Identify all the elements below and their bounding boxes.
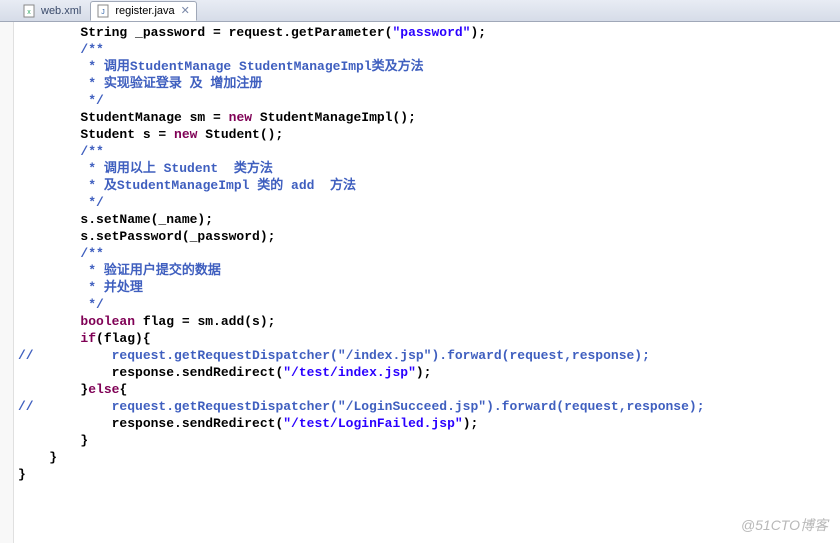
- editor-area: String _password = request.getParameter(…: [0, 22, 840, 543]
- code-text: }: [18, 382, 88, 397]
- code-text: {: [119, 382, 127, 397]
- code-comment: * 并处理: [18, 279, 840, 296]
- code-text: }: [18, 432, 840, 449]
- code-text: String _password = request.getParameter(: [18, 25, 392, 40]
- code-string: "password": [392, 25, 470, 40]
- svg-text:J: J: [102, 9, 106, 16]
- code-comment: */: [18, 194, 840, 211]
- code-area[interactable]: String _password = request.getParameter(…: [14, 22, 840, 543]
- code-text: StudentManage sm =: [18, 110, 229, 125]
- code-text: s.setPassword(_password);: [18, 228, 840, 245]
- tab-label: register.java: [115, 5, 174, 17]
- code-comment: /**: [18, 143, 840, 160]
- code-keyword: new: [229, 110, 252, 125]
- code-text: }: [18, 466, 840, 483]
- code-comment: // request.getRequestDispatcher("/index.…: [18, 347, 840, 364]
- code-text: [18, 331, 80, 346]
- code-text: flag = sm.add(s);: [135, 314, 275, 329]
- code-comment: // request.getRequestDispatcher("/LoginS…: [18, 398, 840, 415]
- code-comment: /**: [18, 245, 840, 262]
- code-comment: * 验证用户提交的数据: [18, 262, 840, 279]
- code-text: Student s =: [18, 127, 174, 142]
- code-text: );: [470, 25, 486, 40]
- marker-strip: [0, 22, 14, 543]
- code-text: [18, 314, 80, 329]
- watermark: @51CTO博客: [741, 515, 828, 535]
- code-comment: */: [18, 92, 840, 109]
- code-text: Student();: [197, 127, 283, 142]
- tab-label: web.xml: [41, 5, 81, 17]
- code-comment: */: [18, 296, 840, 313]
- tab-bar: x web.xml J register.java ✕: [0, 0, 840, 22]
- code-string: "/test/LoginFailed.jsp": [283, 416, 462, 431]
- code-text: StudentManageImpl();: [252, 110, 416, 125]
- code-text: );: [416, 365, 432, 380]
- close-icon[interactable]: ✕: [181, 4, 190, 17]
- code-comment: * 实现验证登录 及 增加注册: [18, 75, 840, 92]
- code-keyword: new: [174, 127, 197, 142]
- code-text: );: [463, 416, 479, 431]
- code-keyword: boolean: [80, 314, 135, 329]
- code-comment: /**: [18, 41, 840, 58]
- code-comment: * 调用以上 Student 类方法: [18, 160, 840, 177]
- code-keyword: if: [80, 331, 96, 346]
- code-string: "/test/index.jsp": [283, 365, 416, 380]
- java-file-icon: J: [97, 4, 111, 18]
- svg-text:x: x: [27, 9, 31, 16]
- tab-webxml[interactable]: x web.xml: [16, 1, 88, 21]
- code-comment: * 及StudentManageImpl 类的 add 方法: [18, 177, 840, 194]
- code-text: response.sendRedirect(: [18, 365, 283, 380]
- code-text: s.setName(_name);: [18, 211, 840, 228]
- code-text: response.sendRedirect(: [18, 416, 283, 431]
- xml-file-icon: x: [23, 4, 37, 18]
- tab-register-java[interactable]: J register.java ✕: [90, 1, 197, 21]
- code-text: }: [18, 449, 840, 466]
- code-comment: * 调用StudentManage StudentManageImpl类及方法: [18, 58, 840, 75]
- code-text: (flag){: [96, 331, 151, 346]
- code-keyword: else: [88, 382, 119, 397]
